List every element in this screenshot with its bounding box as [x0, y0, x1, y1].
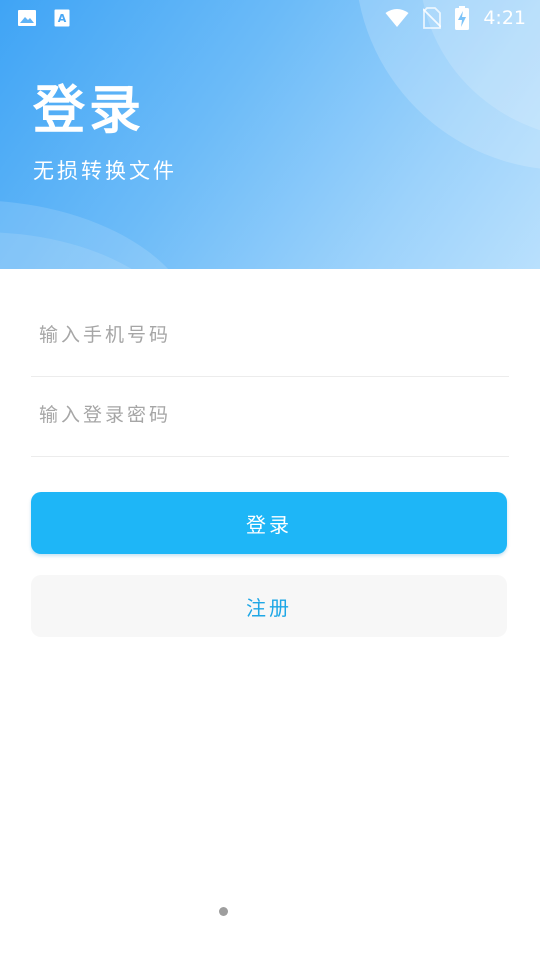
- page-indicator-dot: [219, 907, 228, 916]
- clock: 4:21: [483, 7, 526, 29]
- page-subtitle: 无损转换文件: [33, 159, 177, 183]
- login-button-label: 登录: [246, 512, 292, 537]
- notification-letter: A: [58, 12, 67, 25]
- image-icon: [17, 9, 37, 27]
- status-bar: A 4:21: [0, 0, 540, 36]
- page-title: 登录: [33, 81, 146, 141]
- no-sim-icon: [422, 7, 442, 29]
- phone-input[interactable]: [39, 296, 499, 374]
- wifi-icon: [385, 8, 409, 28]
- password-field: [31, 376, 509, 457]
- phone-field: [31, 296, 509, 377]
- login-screen: A 4:21 登录 无损转换文件 输入手机号码 登录 注册: [0, 0, 540, 960]
- password-input[interactable]: [39, 376, 499, 454]
- register-button[interactable]: 注册: [31, 575, 507, 637]
- header-banner: A 4:21 登录 无损转换文件: [0, 0, 540, 269]
- font-a-icon: A: [54, 9, 70, 27]
- login-button[interactable]: 登录: [31, 492, 507, 554]
- battery-charging-icon: [455, 6, 470, 30]
- register-button-label: 注册: [246, 595, 292, 620]
